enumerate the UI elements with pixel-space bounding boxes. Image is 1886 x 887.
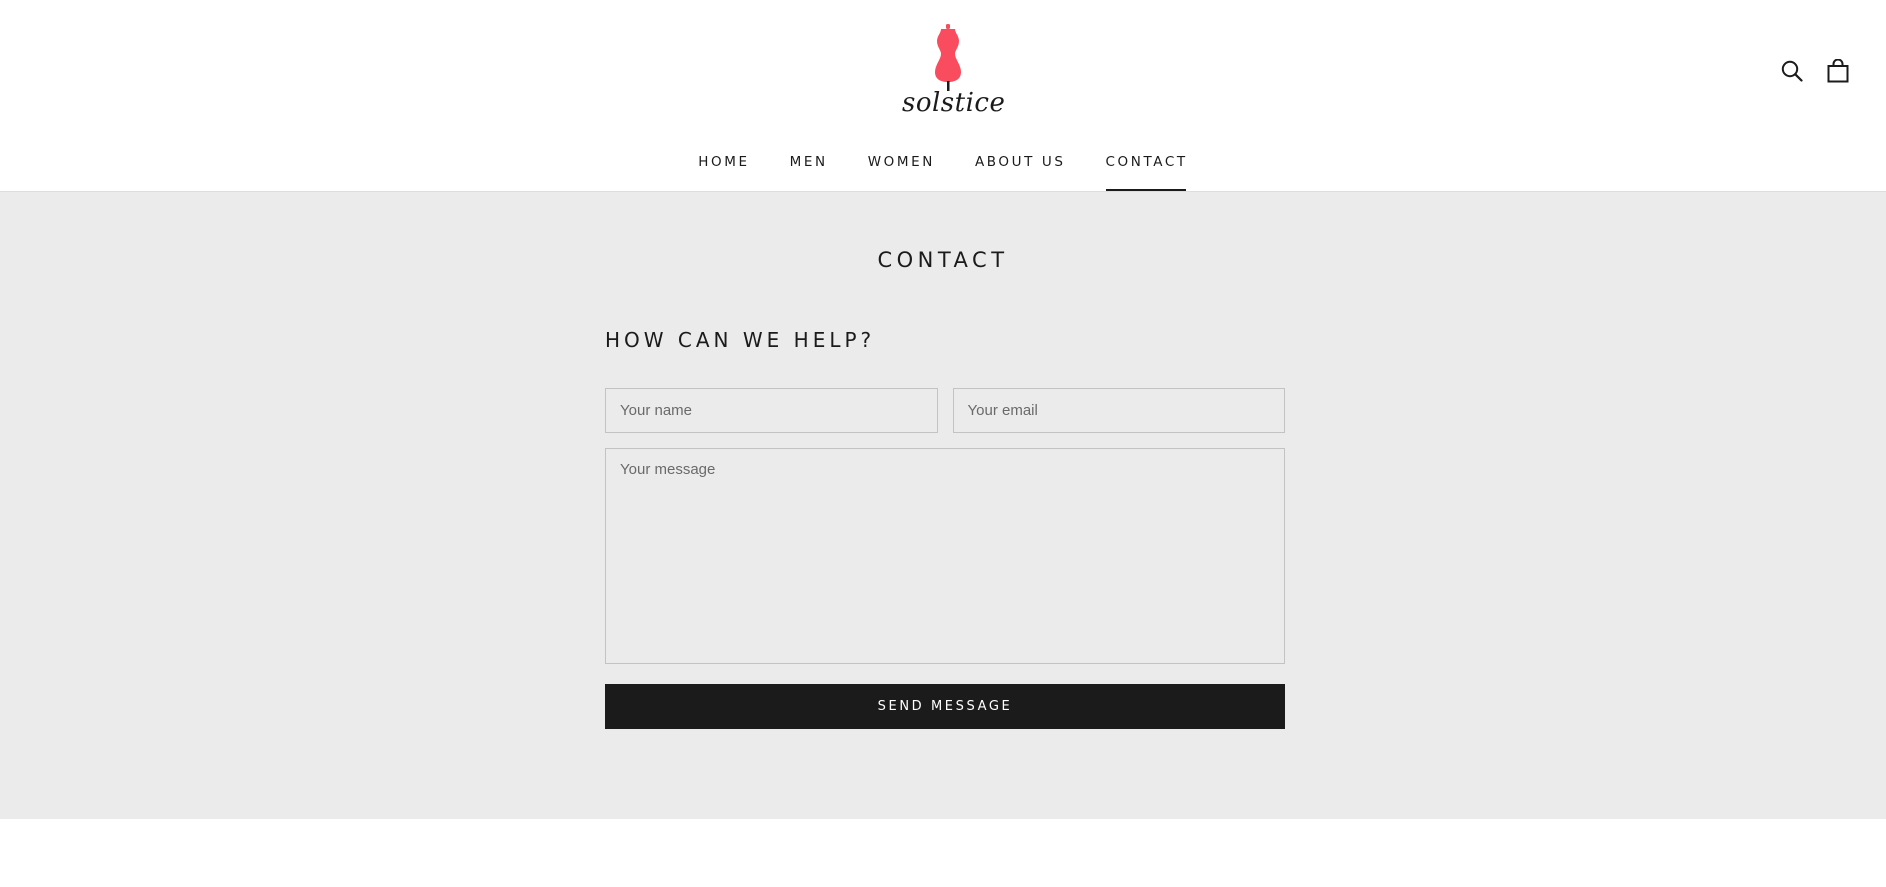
nav-item-contact[interactable]: CONTACT — [1105, 148, 1188, 191]
logo-link[interactable]: solstice — [902, 22, 1006, 122]
shopping-bag-icon[interactable] — [1826, 58, 1850, 84]
message-textarea[interactable] — [605, 448, 1285, 664]
dress-form-icon — [935, 24, 961, 91]
nav-item-home[interactable]: HOME — [698, 148, 749, 191]
email-input[interactable] — [952, 388, 1285, 433]
brand-name: solstice — [902, 88, 1006, 118]
page-title: CONTACT — [877, 248, 1009, 272]
nav-item-about-us[interactable]: ABOUT US — [975, 148, 1066, 191]
site-header: solstice HOME MEN WOMEN ABOUT US CONTACT — [0, 0, 1886, 192]
search-icon[interactable] — [1780, 58, 1804, 84]
form-row-name-email — [605, 388, 1285, 433]
page-footer-area — [0, 819, 1886, 887]
main-navigation: HOME MEN WOMEN ABOUT US CONTACT — [0, 148, 1886, 191]
header-actions — [1780, 58, 1850, 84]
nav-item-women[interactable]: WOMEN — [868, 148, 935, 191]
contact-form: HOW CAN WE HELP? SEND MESSAGE — [605, 328, 1285, 729]
contact-section: CONTACT HOW CAN WE HELP? SEND MESSAGE — [0, 192, 1886, 819]
nav-item-men[interactable]: MEN — [790, 148, 828, 191]
send-message-button[interactable]: SEND MESSAGE — [605, 684, 1285, 729]
name-input[interactable] — [605, 388, 938, 433]
form-heading: HOW CAN WE HELP? — [605, 328, 876, 352]
